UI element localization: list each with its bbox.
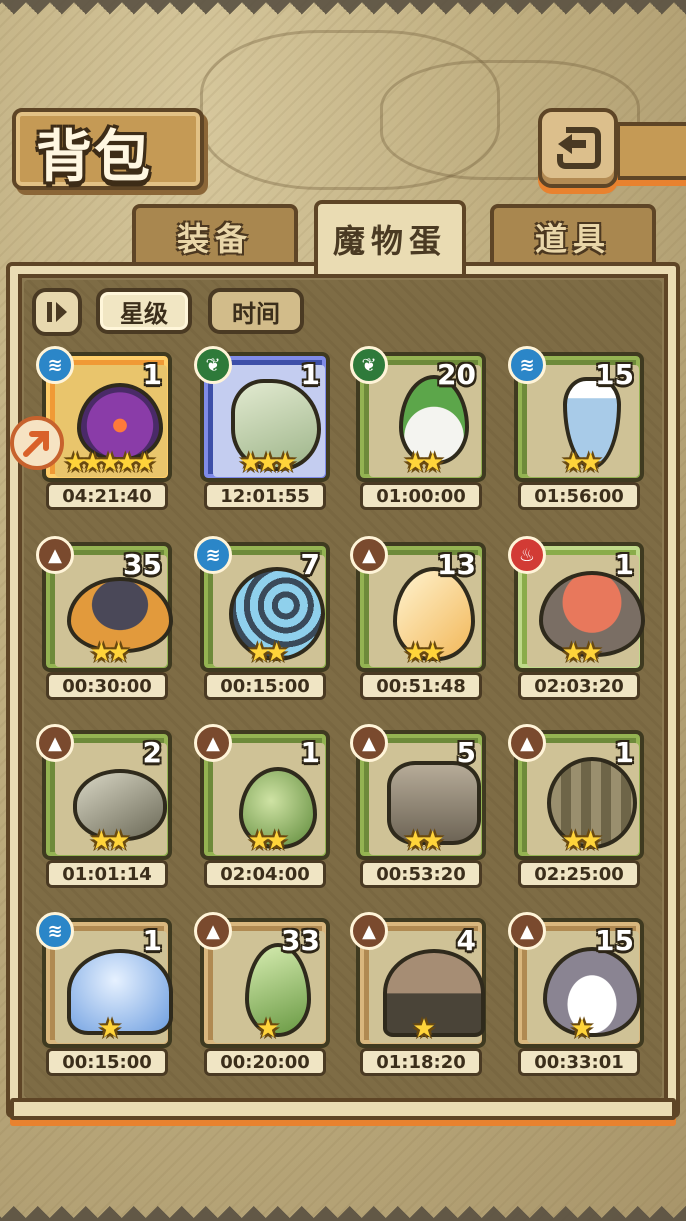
- earth-element-icon: ▲: [508, 912, 546, 950]
- egg-card[interactable]: 35 ★★ ▲ 00:30:00: [36, 536, 173, 702]
- egg-star-rating: ★★: [561, 448, 603, 478]
- hatch-timer: 02:04:00: [204, 860, 326, 888]
- water-element-icon: ≋: [36, 346, 74, 384]
- egg-card[interactable]: 2 ★★ ▲ 01:01:14: [36, 724, 172, 890]
- egg-count: 4: [456, 924, 476, 957]
- egg-count: 15: [595, 358, 634, 391]
- earth-element-icon: ▲: [508, 724, 546, 762]
- egg-count: 1: [300, 736, 320, 769]
- egg-count: 1: [614, 548, 634, 581]
- sort-by-star-button[interactable]: 星级: [96, 288, 192, 334]
- sort-toggle-icon: [47, 302, 67, 322]
- tab-equipment[interactable]: 装备: [132, 204, 298, 266]
- egg-star-rating: ★★: [403, 448, 445, 478]
- water-element-icon: ≋: [508, 346, 546, 384]
- hatch-timer: 00:51:48: [360, 672, 482, 700]
- egg-card[interactable]: 15 ★★ ≋ 01:56:00: [508, 346, 644, 512]
- egg-card[interactable]: 1 ★★ ♨ 02:03:20: [508, 536, 645, 702]
- egg-card[interactable]: 15 ★ ▲ 00:33:01: [508, 912, 644, 1078]
- egg-card[interactable]: 13 ★★ ▲ 00:51:48: [350, 536, 486, 702]
- back-button-rail: [616, 122, 686, 180]
- egg-star-rating: ★★: [247, 638, 289, 668]
- egg-card[interactable]: 33 ★ ▲ 00:20:00: [194, 912, 330, 1078]
- egg-card[interactable]: 7 ★★ ≋ 00:15:00: [194, 536, 330, 702]
- egg-star-rating: ★★: [403, 638, 445, 668]
- hatch-timer: 02:03:20: [518, 672, 640, 700]
- hatch-timer: 02:25:00: [518, 860, 640, 888]
- hatch-timer: 00:15:00: [46, 1048, 168, 1076]
- hatch-timer: 00:33:01: [518, 1048, 640, 1076]
- egg-card[interactable]: 20 ★★ ❦ 01:00:00: [350, 346, 486, 512]
- hatch-timer: 01:18:20: [360, 1048, 482, 1076]
- new-badge-arrow[interactable]: [10, 416, 64, 470]
- egg-card[interactable]: 1 ★★★ ❦ 12:01:55: [194, 346, 330, 512]
- egg-count: 1: [300, 358, 320, 391]
- bottom-torn-edge: [0, 1185, 686, 1221]
- earth-element-icon: ▲: [350, 912, 388, 950]
- egg-star-rating: ★: [570, 1014, 593, 1044]
- egg-count: 13: [437, 548, 476, 581]
- hatch-timer: 01:00:00: [360, 482, 482, 510]
- earth-element-icon: ▲: [194, 912, 232, 950]
- egg-count: 5: [456, 736, 476, 769]
- egg-star-rating: ★: [98, 1014, 121, 1044]
- arrow-badge-icon: [23, 431, 49, 457]
- tab-items[interactable]: 道具: [490, 204, 656, 266]
- page-title: 背包: [36, 125, 152, 190]
- egg-count: 15: [595, 924, 634, 957]
- egg-star-rating: ★★: [89, 638, 131, 668]
- earth-element-icon: ▲: [350, 536, 388, 574]
- water-element-icon: ≋: [194, 536, 232, 574]
- hatch-timer: 00:30:00: [46, 672, 168, 700]
- hatch-timer: 04:21:40: [46, 482, 168, 510]
- hatch-timer: 00:20:00: [204, 1048, 326, 1076]
- earth-element-icon: ▲: [350, 724, 388, 762]
- fire-element-icon: ♨: [508, 536, 546, 574]
- egg-count: 1: [142, 358, 162, 391]
- egg-count: 33: [281, 924, 320, 957]
- back-arrow-icon: [557, 127, 601, 169]
- sort-order-toggle[interactable]: [32, 288, 82, 336]
- earth-element-icon: ▲: [194, 724, 232, 762]
- hatch-timer: 00:15:00: [204, 672, 326, 700]
- hatch-timer: 12:01:55: [204, 482, 326, 510]
- egg-card[interactable]: 1 ★★ ▲ 02:04:00: [194, 724, 330, 890]
- earth-element-icon: ▲: [36, 536, 74, 574]
- panel-bottom-bar: [10, 1098, 676, 1120]
- back-button[interactable]: [538, 108, 618, 188]
- egg-star-rating: ★★★★★: [63, 448, 157, 478]
- grass-element-icon: ❦: [350, 346, 388, 384]
- earth-element-icon: ▲: [36, 724, 74, 762]
- egg-count: 1: [614, 736, 634, 769]
- tab-items-label: 道具: [534, 220, 611, 258]
- hatch-timer: 01:01:14: [46, 860, 168, 888]
- tab-monster-eggs-label: 魔物蛋: [332, 222, 447, 260]
- egg-star-rating: ★★: [89, 826, 131, 856]
- tab-monster-eggs[interactable]: 魔物蛋: [314, 200, 466, 274]
- hatch-timer: 00:53:20: [360, 860, 482, 888]
- egg-star-rating: ★★: [561, 638, 603, 668]
- water-element-icon: ≋: [36, 912, 74, 950]
- egg-star-rating: ★: [256, 1014, 279, 1044]
- egg-card[interactable]: 4 ★ ▲ 01:18:20: [350, 912, 486, 1078]
- egg-count: 20: [437, 358, 476, 391]
- egg-count: 35: [123, 548, 162, 581]
- egg-card[interactable]: 1 ★★ ▲ 02:25:00: [508, 724, 644, 890]
- egg-card[interactable]: 1 ★ ≋ 00:15:00: [36, 912, 173, 1078]
- egg-count: 1: [142, 924, 162, 957]
- top-torn-edge: [0, 0, 686, 34]
- grass-element-icon: ❦: [194, 346, 232, 384]
- egg-count: 2: [142, 736, 162, 769]
- egg-count: 7: [300, 548, 320, 581]
- egg-star-rating: ★★: [561, 826, 603, 856]
- egg-star-rating: ★★: [247, 826, 289, 856]
- sort-by-time-button[interactable]: 时间: [208, 288, 304, 334]
- egg-star-rating: ★★★: [239, 448, 297, 478]
- tab-equipment-label: 装备: [176, 220, 253, 258]
- egg-card[interactable]: 5 ★★ ▲ 00:53:20: [350, 724, 486, 890]
- hatch-timer: 01:56:00: [518, 482, 640, 510]
- egg-star-rating: ★: [412, 1014, 435, 1044]
- egg-star-rating: ★★: [403, 826, 445, 856]
